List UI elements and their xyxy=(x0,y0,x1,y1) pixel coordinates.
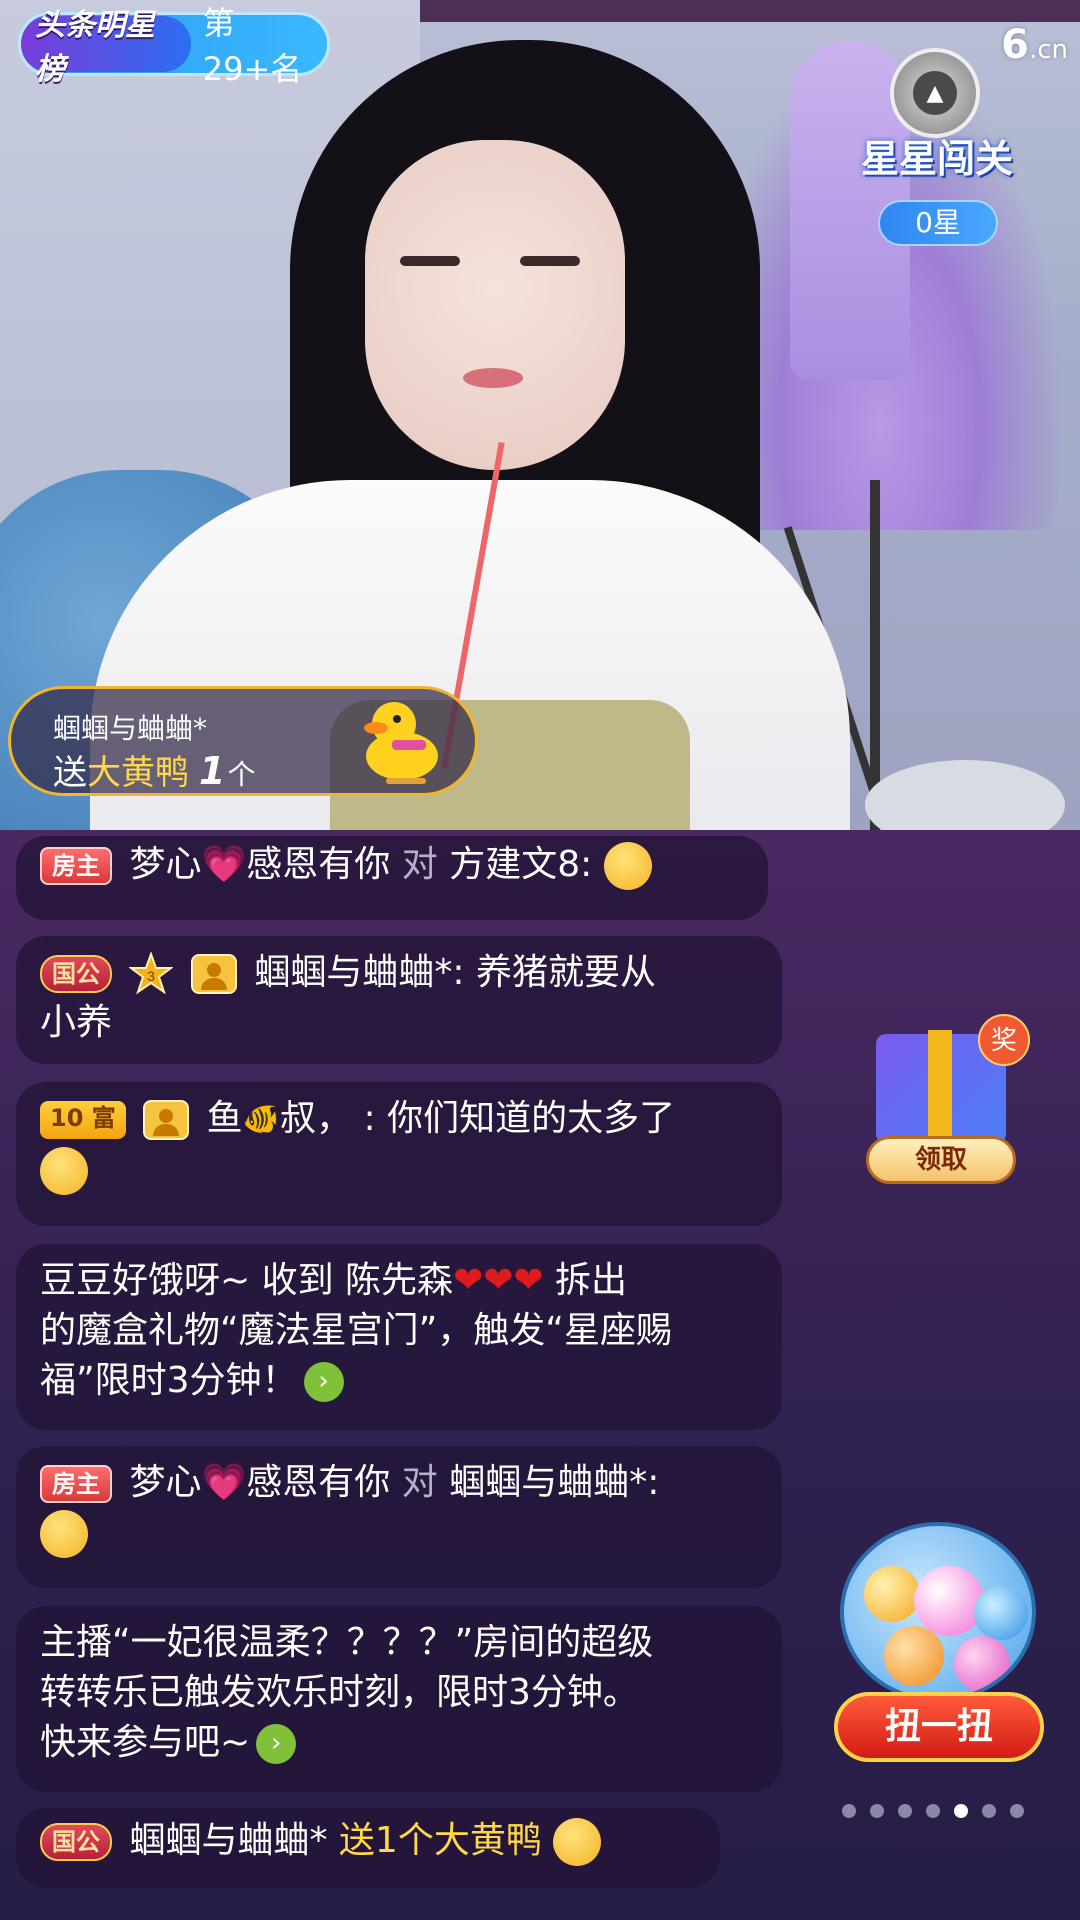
pager-dot[interactable] xyxy=(898,1804,912,1818)
gift-name: 大黄鸭 xyxy=(87,753,189,793)
site-logo: 6.cn xyxy=(1001,22,1068,68)
claim-reward-button[interactable]: 领取 xyxy=(866,1136,1016,1184)
streamer-eye-left xyxy=(400,256,460,266)
chat-message: 国公 蝈蝈与蛐蛐* 送1个大黄鸭 xyxy=(16,1808,720,1888)
guogong-tag: 国公 xyxy=(40,1823,112,1861)
gacha-ball xyxy=(864,1566,920,1622)
site-logo-main: 6 xyxy=(1001,22,1029,68)
pager-dot[interactable] xyxy=(926,1804,940,1818)
twist-button[interactable]: 扭一扭 xyxy=(834,1692,1044,1762)
pager-dot[interactable] xyxy=(842,1804,856,1818)
chat-message: 10 富 鱼🐠叔， : 你们知道的太多了 xyxy=(16,1082,782,1226)
system-text-line3: 快来参与吧~ xyxy=(40,1722,251,1763)
reward-badge: 奖 xyxy=(978,1014,1030,1066)
host-tag: 房主 xyxy=(40,847,112,885)
rank-position: 第29+名 xyxy=(202,4,303,88)
system-text-line2: 转转乐已触发欢乐时刻，限时3分钟。 xyxy=(40,1672,639,1713)
chat-username[interactable]: 蝈蝈与蛐蛐*: xyxy=(254,952,464,993)
guogong-tag: 国公 xyxy=(40,955,112,993)
pager-dot[interactable] xyxy=(870,1804,884,1818)
streamer-face xyxy=(365,140,625,470)
gift-description: 送大黄鸭 1个 xyxy=(53,745,255,794)
chat-username-suffix: 感恩有你 xyxy=(246,844,391,885)
system-text-line2: 的魔盒礼物“魔法星宫门”，触发“星座赐 xyxy=(40,1310,672,1351)
heart-icon: ❤❤❤ xyxy=(453,1260,544,1301)
gift-ribbon xyxy=(928,1030,952,1146)
chat-message: 房主 梦心💗感恩有你 对 蝈蝈与蛐蛐*: xyxy=(16,1446,782,1588)
avatar-icon xyxy=(190,954,237,994)
heart-icon: 💗 xyxy=(201,844,247,885)
arrow-right-icon[interactable]: › xyxy=(303,1362,344,1402)
gift-sender: 蝈蝈与蛐蛐* xyxy=(53,712,208,745)
chat-username[interactable]: 梦心 xyxy=(129,1462,201,1503)
system-text-line1: 主播“一妃很温柔？？？？”房间的超级 xyxy=(40,1622,654,1663)
gacha-ball xyxy=(914,1566,984,1636)
pager-dot-active[interactable] xyxy=(954,1804,968,1818)
gacha-ball xyxy=(954,1636,1010,1692)
chat-text: : 你们知道的太多了 xyxy=(363,1098,676,1139)
chat-username[interactable]: 梦心 xyxy=(129,844,201,885)
fish-icon: 🐠 xyxy=(242,1102,281,1137)
emoji-icon xyxy=(40,1510,88,1558)
chat-gift-text: 送1个大黄鸭 xyxy=(338,1820,542,1861)
chat-text: 养猪就要从 xyxy=(475,952,656,993)
streamer-mouth xyxy=(463,368,523,388)
system-text-line3: 福”限时3分钟！ xyxy=(40,1360,298,1401)
gacha-ball xyxy=(884,1626,944,1686)
star-ranking-badge[interactable]: 头条明星榜 第29+名 xyxy=(18,4,330,88)
gift-prefix: 送 xyxy=(53,753,87,793)
chat-username-suffix: 叔， xyxy=(280,1098,353,1139)
level-star-icon: 3 xyxy=(129,952,174,995)
gacha-machine-icon xyxy=(840,1522,1036,1702)
gift-count: 1 xyxy=(199,749,226,793)
system-text-line1: 豆豆好饿呀~ 收到 陈先森 xyxy=(40,1260,454,1301)
gacha-widget[interactable]: 扭一扭 xyxy=(834,1512,1044,1782)
widget-pager xyxy=(842,1804,1024,1818)
chat-to-label: 对 xyxy=(401,844,438,885)
gift-duck-icon xyxy=(364,702,438,784)
arrow-right-icon[interactable]: › xyxy=(256,1724,297,1764)
chat-username-suffix: 感恩有你 xyxy=(246,1462,391,1503)
star-emblem-icon[interactable]: ▲ xyxy=(890,48,980,138)
avatar-icon xyxy=(143,1100,190,1140)
chat-target-user[interactable]: 蝈蝈与蛐蛐*: xyxy=(449,1462,659,1503)
pager-dot[interactable] xyxy=(982,1804,996,1818)
chat-system-message: 主播“一妃很温柔？？？？”房间的超级 转转乐已触发欢乐时刻，限时3分钟。 快来参… xyxy=(16,1606,782,1792)
chat-text-line2: 小养 xyxy=(40,1002,113,1043)
emoji-icon xyxy=(40,1147,88,1195)
gift-unit: 个 xyxy=(227,758,256,791)
chat-system-message: 豆豆好饿呀~ 收到 陈先森❤❤❤ 拆出 的魔盒礼物“魔法星宫门”，触发“星座赐 … xyxy=(16,1244,782,1430)
streamer-eye-right xyxy=(520,256,580,266)
chat-username[interactable]: 蝈蝈与蛐蛐* xyxy=(129,1820,327,1861)
heart-icon: 💗 xyxy=(201,1462,247,1503)
rich-level-tag: 10 富 xyxy=(40,1101,126,1139)
emoji-icon xyxy=(603,842,652,890)
star-challenge-title[interactable]: 星星闯关 xyxy=(842,128,1032,183)
chat-message: 国公 3 蝈蝈与蛐蛐*: 养猪就要从 小养 xyxy=(16,936,782,1064)
triangle-icon: ▲ xyxy=(913,71,957,115)
chat-message: 房主 梦心💗感恩有你 对 方建文8: xyxy=(16,836,768,920)
pager-dot[interactable] xyxy=(1010,1804,1024,1818)
gift-duck-icon xyxy=(553,1818,602,1866)
level-number: 3 xyxy=(148,968,156,984)
chat-to-label: 对 xyxy=(401,1462,438,1503)
chat-username[interactable]: 鱼 xyxy=(207,1098,243,1139)
chat-target-user[interactable]: 方建文8: xyxy=(449,844,592,885)
site-logo-suffix: .cn xyxy=(1028,35,1068,65)
background-lamp xyxy=(865,760,1065,830)
system-text-line1-end: 拆出 xyxy=(543,1260,628,1301)
rank-logo-icon: 头条明星榜 xyxy=(21,8,191,87)
gacha-ball xyxy=(974,1586,1028,1640)
reward-widget[interactable]: 奖 领取 xyxy=(860,1010,1030,1184)
star-count-badge[interactable]: 0星 xyxy=(878,200,998,246)
host-tag: 房主 xyxy=(40,1465,112,1503)
